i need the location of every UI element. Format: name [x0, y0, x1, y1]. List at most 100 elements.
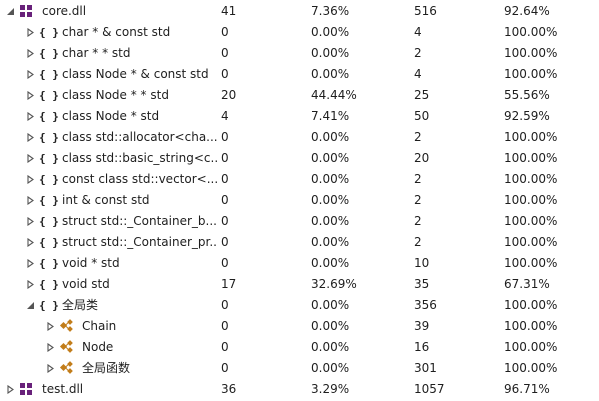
covered-blocks: 516	[414, 4, 437, 18]
covered-blocks: 25	[414, 88, 430, 102]
not-covered-blocks: 0	[221, 214, 229, 228]
expand-arrow-icon[interactable]	[46, 337, 56, 358]
expand-arrow-icon[interactable]	[26, 190, 36, 211]
expand-arrow-icon[interactable]	[26, 127, 36, 148]
tree-row[interactable]: { } void std 17 32.69% 35 67.31%	[0, 274, 599, 295]
not-covered-percent: 3.29%	[311, 382, 350, 396]
covered-percent: 67.31%	[504, 277, 550, 291]
covered-blocks: 4	[414, 67, 422, 81]
not-covered-blocks: 17	[221, 277, 237, 291]
tree-row[interactable]: { } char * * std 0 0.00% 2 100.00%	[0, 43, 599, 64]
covered-percent: 100.00%	[504, 214, 558, 228]
not-covered-blocks: 41	[221, 4, 237, 18]
not-covered-percent: 7.41%	[311, 109, 350, 123]
class-icon	[59, 358, 75, 379]
covered-percent: 92.59%	[504, 109, 550, 123]
not-covered-blocks: 0	[221, 130, 229, 144]
row-name: const class std::vector<...	[62, 172, 218, 186]
not-covered-blocks: 0	[221, 151, 229, 165]
namespace-icon: { }	[39, 299, 59, 312]
covered-percent: 100.00%	[504, 319, 558, 333]
not-covered-percent: 0.00%	[311, 214, 350, 228]
expand-arrow-icon[interactable]	[26, 148, 36, 169]
not-covered-percent: 32.69%	[311, 277, 357, 291]
collapse-arrow-icon[interactable]	[26, 295, 36, 316]
not-covered-blocks: 0	[221, 67, 229, 81]
namespace-icon: { }	[39, 89, 59, 102]
row-name: void * std	[62, 256, 120, 270]
collapse-arrow-icon[interactable]	[6, 1, 16, 22]
not-covered-blocks: 4	[221, 109, 229, 123]
expand-arrow-icon[interactable]	[6, 379, 16, 400]
namespace-icon: { }	[39, 152, 59, 165]
expand-arrow-icon[interactable]	[26, 253, 36, 274]
expand-arrow-icon[interactable]	[26, 211, 36, 232]
expand-arrow-icon[interactable]	[26, 22, 36, 43]
tree-row[interactable]: { } class std::basic_string<c... 0 0.00% 20 1…	[0, 148, 599, 169]
covered-percent: 100.00%	[504, 46, 558, 60]
tree-row[interactable]: 全局函数 0 0.00% 301 100.00%	[0, 358, 599, 379]
covered-blocks: 2	[414, 172, 422, 186]
not-covered-blocks: 0	[221, 340, 229, 354]
row-name: char * & const std	[62, 25, 171, 39]
tree-row[interactable]: { } const class std::vector<... 0 0.00% 2 100…	[0, 169, 599, 190]
tree-row[interactable]: Chain 0 0.00% 39 100.00%	[0, 316, 599, 337]
namespace-icon: { }	[39, 257, 59, 270]
covered-blocks: 2	[414, 46, 422, 60]
tree-row[interactable]: { } int & const std 0 0.00% 2 100.00%	[0, 190, 599, 211]
tree-row[interactable]: { } struct std::_Container_b... 0 0.00% 2 100…	[0, 211, 599, 232]
row-name: class Node * & const std	[62, 67, 209, 81]
not-covered-blocks: 0	[221, 235, 229, 249]
expand-arrow-icon[interactable]	[26, 85, 36, 106]
covered-percent: 100.00%	[504, 235, 558, 249]
expand-arrow-icon[interactable]	[46, 358, 56, 379]
expand-arrow-icon[interactable]	[26, 169, 36, 190]
tree-row[interactable]: { } 全局类 0 0.00% 356 100.00%	[0, 295, 599, 316]
expand-arrow-icon[interactable]	[46, 316, 56, 337]
namespace-icon: { }	[39, 173, 59, 186]
covered-blocks: 356	[414, 298, 437, 312]
tree-row[interactable]: test.dll 36 3.29% 1057 96.71%	[0, 379, 599, 400]
expand-arrow-icon[interactable]	[26, 232, 36, 253]
tree-row[interactable]: { } class Node * * std 20 44.44% 25 55.56%	[0, 85, 599, 106]
row-name: void std	[62, 277, 110, 291]
not-covered-percent: 0.00%	[311, 319, 350, 333]
expand-arrow-icon[interactable]	[26, 43, 36, 64]
class-icon	[59, 337, 75, 358]
namespace-icon: { }	[39, 47, 59, 60]
tree-row[interactable]: { } class Node * & const std 0 0.00% 4 100.00…	[0, 64, 599, 85]
namespace-icon: { }	[39, 278, 59, 291]
dll-icon	[19, 1, 35, 22]
not-covered-percent: 44.44%	[311, 88, 357, 102]
covered-blocks: 2	[414, 235, 422, 249]
not-covered-percent: 0.00%	[311, 235, 350, 249]
not-covered-blocks: 36	[221, 382, 237, 396]
not-covered-percent: 0.00%	[311, 46, 350, 60]
not-covered-blocks: 0	[221, 361, 229, 375]
tree-row[interactable]: Node 0 0.00% 16 100.00%	[0, 337, 599, 358]
coverage-tree: core.dll 41 7.36% 516 92.64%{ } char * & cons…	[0, 0, 599, 401]
expand-arrow-icon[interactable]	[26, 106, 36, 127]
covered-blocks: 301	[414, 361, 437, 375]
expand-arrow-icon[interactable]	[26, 274, 36, 295]
tree-row[interactable]: { } struct std::_Container_pr... 0 0.00% 2 10…	[0, 232, 599, 253]
tree-row[interactable]: { } char * & const std 0 0.00% 4 100.00%	[0, 22, 599, 43]
covered-percent: 100.00%	[504, 172, 558, 186]
not-covered-percent: 0.00%	[311, 256, 350, 270]
tree-row[interactable]: core.dll 41 7.36% 516 92.64%	[0, 1, 599, 22]
tree-row[interactable]: { } class std::allocator<cha... 0 0.00% 2 100…	[0, 127, 599, 148]
tree-row[interactable]: { } class Node * std 4 7.41% 50 92.59%	[0, 106, 599, 127]
covered-blocks: 39	[414, 319, 430, 333]
row-name: class Node * * std	[62, 88, 169, 102]
covered-percent: 100.00%	[504, 193, 558, 207]
class-icon	[59, 316, 75, 337]
covered-percent: 100.00%	[504, 298, 558, 312]
tree-row[interactable]: { } void * std 0 0.00% 10 100.00%	[0, 253, 599, 274]
namespace-icon: { }	[39, 110, 59, 123]
covered-percent: 100.00%	[504, 361, 558, 375]
expand-arrow-icon[interactable]	[26, 64, 36, 85]
namespace-icon: { }	[39, 215, 59, 228]
not-covered-blocks: 0	[221, 25, 229, 39]
not-covered-blocks: 0	[221, 319, 229, 333]
covered-percent: 100.00%	[504, 151, 558, 165]
